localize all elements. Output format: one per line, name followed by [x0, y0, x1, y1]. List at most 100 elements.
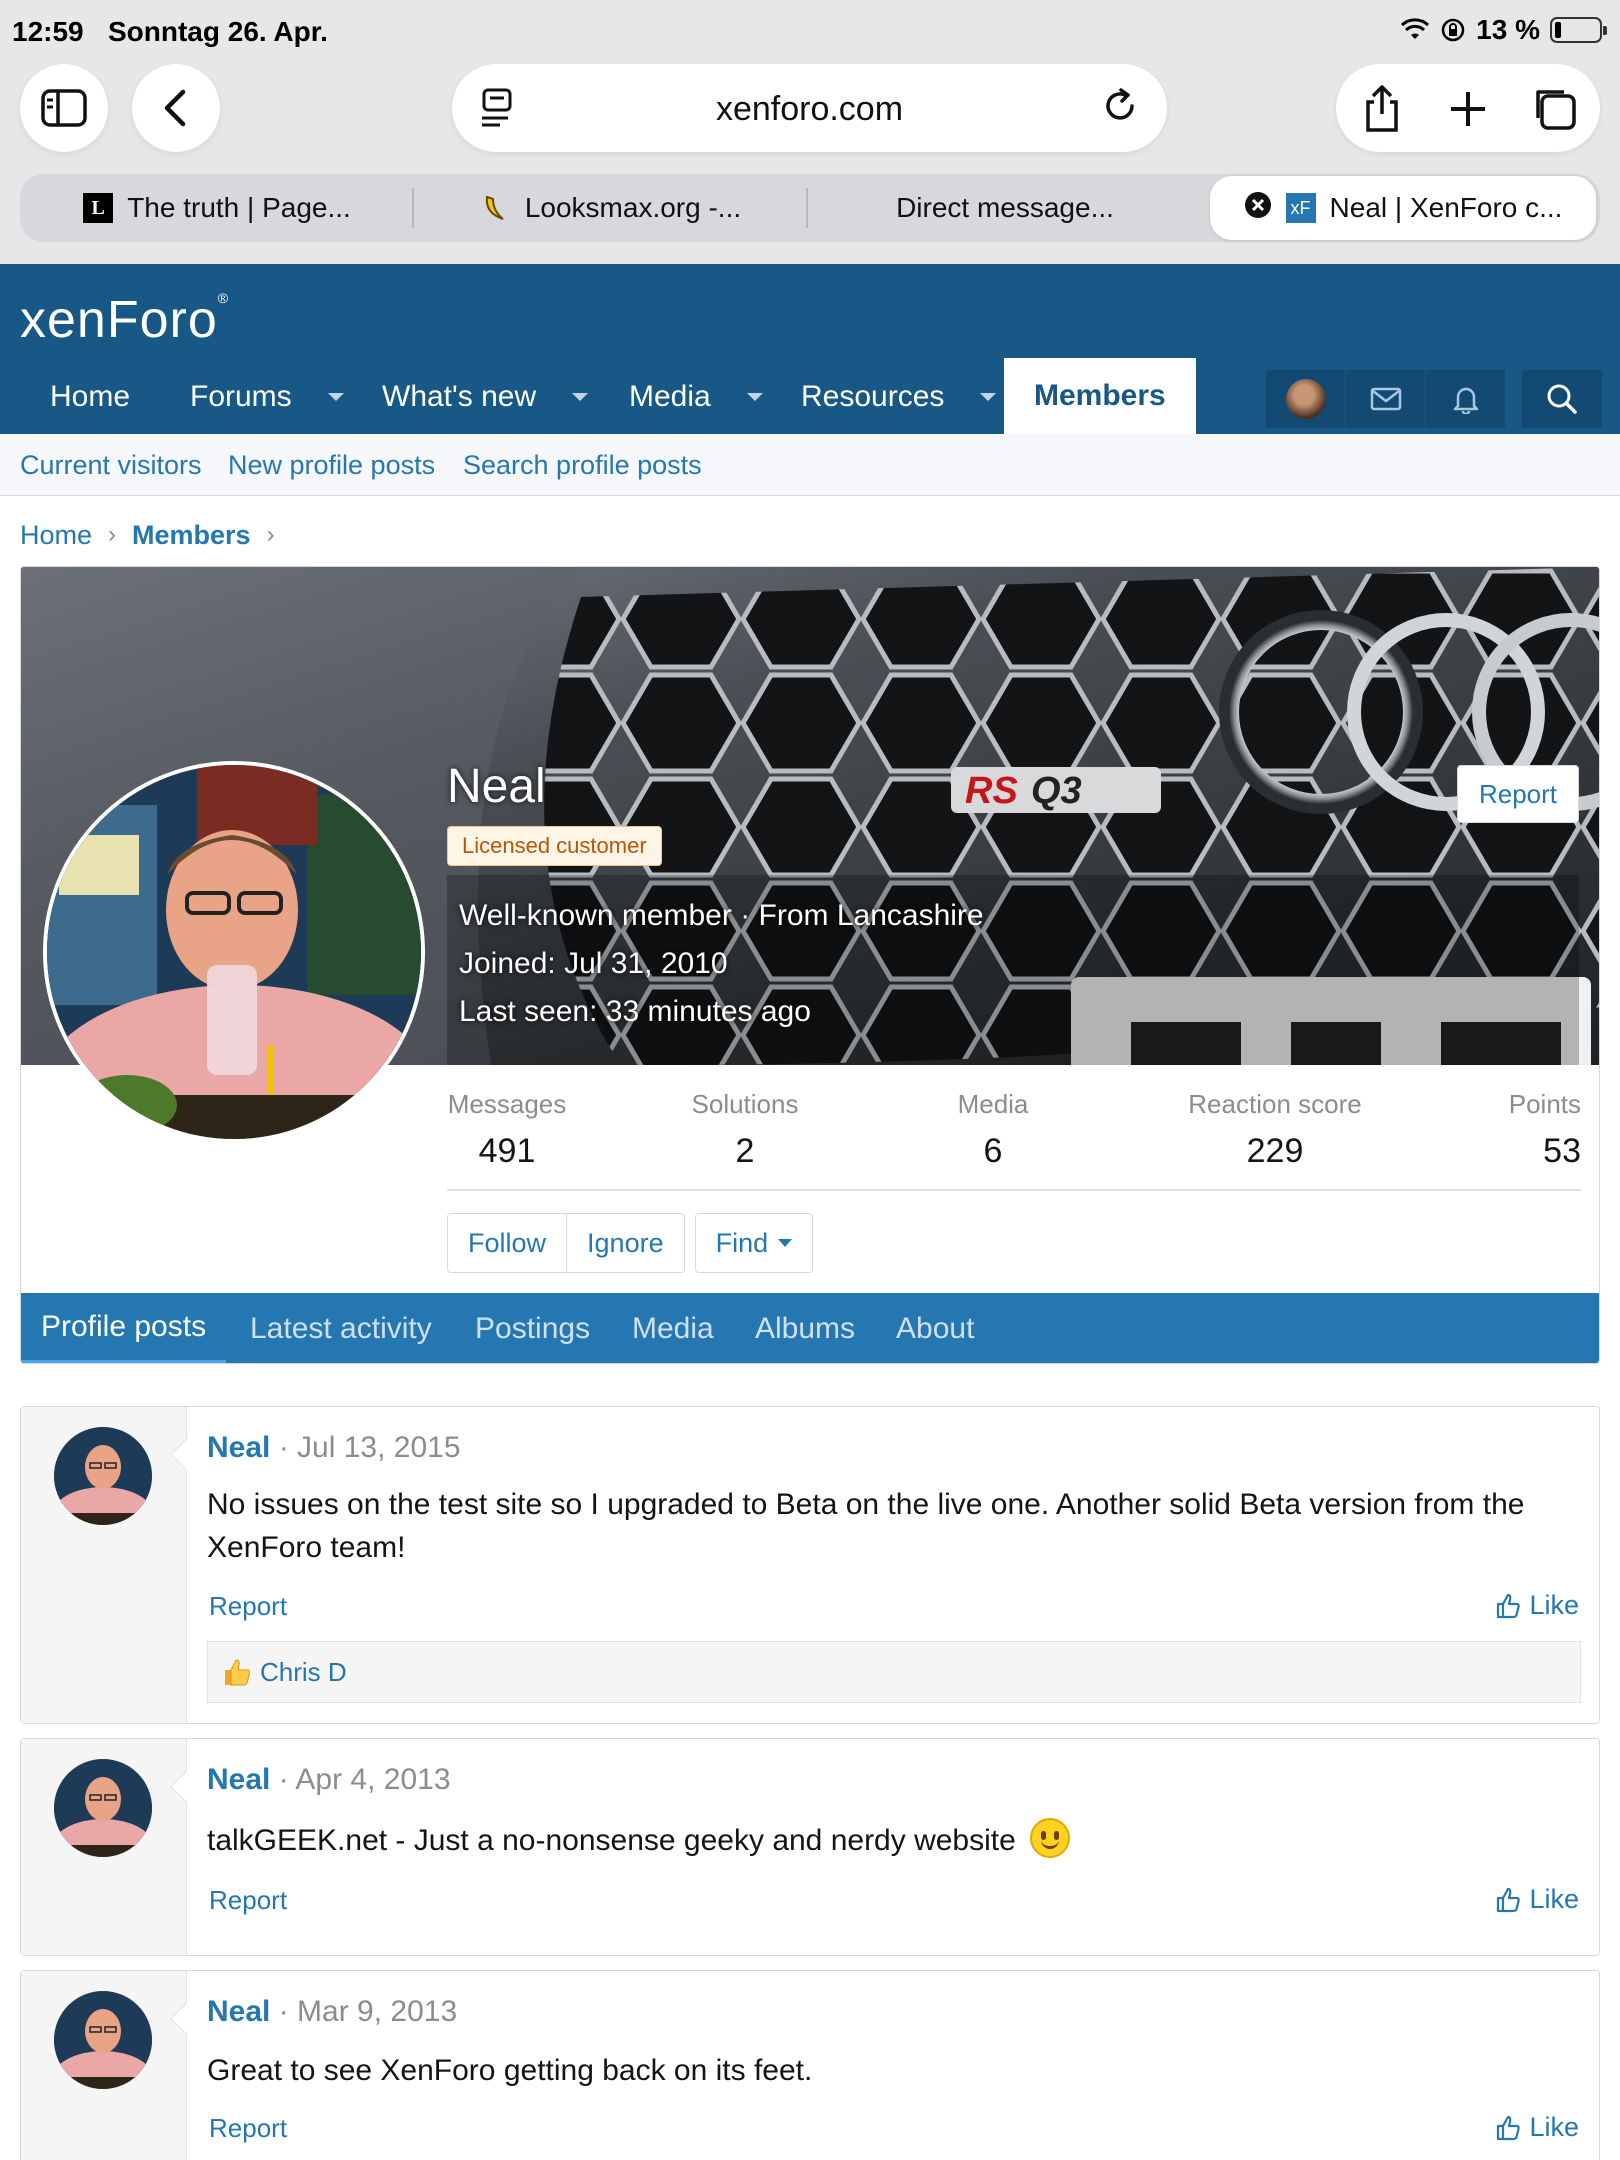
tab-latest-activity[interactable]: Latest activity [250, 1293, 432, 1363]
nav-resources[interactable]: Resources [801, 360, 997, 434]
report-link[interactable]: Report [209, 2113, 287, 2144]
nav-label: What's new [382, 380, 537, 413]
like-button[interactable]: Like [1495, 2112, 1579, 2143]
breadcrumb-members[interactable]: Members [132, 520, 251, 551]
nav-whats-new[interactable]: What's new [382, 360, 589, 434]
caret-down-icon[interactable] [327, 393, 344, 401]
avatar[interactable] [43, 761, 425, 1143]
avatar[interactable] [54, 1427, 152, 1525]
url-domain: xenforo.com [715, 90, 904, 128]
member-last-seen: Last seen: 33 minutes ago [459, 995, 811, 1029]
subnav-search-profile-posts[interactable]: Search profile posts [463, 450, 702, 481]
back-button[interactable] [132, 64, 220, 152]
nav-forums[interactable]: Forums [190, 360, 344, 434]
stat-solutions[interactable]: Solutions 2 [675, 1089, 815, 1171]
status-date: Sonntag 26. Apr. [108, 16, 328, 47]
inbox-button[interactable] [1346, 370, 1426, 428]
favicon-l: L [83, 193, 114, 223]
profile-post: Neal · Apr 4, 2013 talkGEEK.net - Just a… [20, 1738, 1600, 1956]
chevron-right-icon: › [266, 521, 275, 548]
report-profile-button[interactable]: Report [1457, 765, 1579, 823]
nav-label: Resources [801, 380, 945, 413]
breadcrumb: Home › Members › [20, 518, 275, 552]
find-button[interactable]: Find [695, 1214, 813, 1272]
stat-reaction-score[interactable]: Reaction score 229 [1165, 1089, 1385, 1171]
reaction-user-link[interactable]: Chris D [260, 1657, 347, 1688]
follow-ignore-group: Follow Ignore [447, 1213, 685, 1273]
close-tab-icon[interactable] [1244, 191, 1272, 226]
avatar-photo [47, 765, 421, 1139]
like-button[interactable]: Like [1495, 1590, 1579, 1621]
share-icon[interactable] [1360, 84, 1404, 139]
follow-button[interactable]: Follow [448, 1214, 567, 1272]
status-time: 12:59 [12, 16, 84, 47]
breadcrumb-home[interactable]: Home [20, 520, 92, 551]
post-author-link[interactable]: Neal [207, 1995, 270, 2028]
ignore-button[interactable]: Ignore [566, 1214, 684, 1272]
browser-tab-label: Direct message... [896, 192, 1114, 223]
member-stats: Messages 491 Solutions 2 Media 6 Reactio… [447, 1065, 1581, 1191]
account-avatar-button[interactable] [1266, 370, 1346, 428]
nav-members[interactable]: Members [1004, 358, 1196, 434]
stat-value: 491 [478, 1132, 536, 1170]
post-header: Neal · Apr 4, 2013 [207, 1763, 451, 1797]
browser-tab[interactable]: Looksmax.org -... [414, 174, 808, 242]
tab-albums[interactable]: Albums [755, 1293, 855, 1363]
battery-percent: 13 % [1476, 14, 1540, 45]
nav-label: Members [1034, 379, 1166, 412]
avatar[interactable] [54, 1759, 152, 1857]
svg-text:Q3: Q3 [1031, 770, 1082, 812]
stat-label: Media [957, 1089, 1029, 1119]
search-button[interactable] [1522, 370, 1602, 428]
profile-tabs: Profile posts Latest activity Postings M… [21, 1293, 1599, 1363]
browser-tab-bar: L The truth | Page... Looksmax.org -... … [20, 174, 1600, 242]
address-bar[interactable]: xenforo.com [452, 64, 1167, 152]
member-action-buttons: Follow Ignore Find [447, 1213, 814, 1273]
post-date[interactable]: · Apr 4, 2013 [279, 1763, 451, 1796]
tab-overview-icon[interactable] [1530, 84, 1578, 139]
report-link[interactable]: Report [209, 1885, 287, 1916]
tab-profile-posts[interactable]: Profile posts [21, 1293, 227, 1363]
stat-media[interactable]: Media 6 [943, 1089, 1043, 1171]
caret-down-icon [778, 1239, 793, 1247]
reload-icon[interactable] [1101, 86, 1141, 135]
caret-down-icon[interactable] [980, 393, 997, 401]
browser-tab[interactable]: L The truth | Page... [20, 174, 414, 242]
sidebar-toggle-button[interactable] [20, 64, 108, 152]
stat-points[interactable]: Points 53 [1471, 1089, 1581, 1171]
post-date[interactable]: · Jul 13, 2015 [279, 1431, 461, 1464]
tab-postings[interactable]: Postings [475, 1293, 590, 1363]
avatar[interactable] [54, 1991, 152, 2089]
member-blurb-title: Well-known member · From Lancashire [459, 899, 984, 932]
wifi-icon [1401, 18, 1430, 39]
reactions-bar: Chris D [207, 1641, 1581, 1703]
post-body: Great to see XenForo getting back on its… [207, 2054, 813, 2087]
alerts-button[interactable] [1426, 370, 1506, 428]
post-author-link[interactable]: Neal [207, 1431, 270, 1464]
tab-media[interactable]: Media [632, 1293, 714, 1363]
site-logo[interactable]: xenForo® [20, 290, 229, 350]
browser-tab[interactable]: Direct message... [808, 174, 1202, 242]
nav-media[interactable]: Media [629, 360, 763, 434]
stat-label: Solutions [691, 1089, 799, 1119]
caret-down-icon[interactable] [746, 393, 763, 401]
nav-label: Media [629, 380, 711, 413]
report-link[interactable]: Report [209, 1591, 287, 1622]
subnav-current-visitors[interactable]: Current visitors [20, 450, 202, 481]
stat-messages[interactable]: Messages 491 [447, 1089, 567, 1171]
post-date[interactable]: · Mar 9, 2013 [279, 1995, 457, 2028]
new-tab-icon[interactable] [1446, 84, 1490, 139]
find-label: Find [715, 1227, 769, 1258]
browser-tab-active[interactable]: xF Neal | XenForo c... [1210, 176, 1596, 240]
caret-down-icon[interactable] [572, 393, 589, 401]
nav-home[interactable]: Home [50, 360, 130, 434]
tab-about[interactable]: About [896, 1293, 974, 1363]
envelope-icon [1370, 387, 1401, 411]
member-profile-card: RS Q3 Report Neal Licensed customer Well… [20, 566, 1600, 1364]
browser-tab-label: The truth | Page... [127, 192, 351, 223]
like-button[interactable]: Like [1495, 1884, 1579, 1915]
nav-label: Home [50, 380, 131, 413]
post-header: Neal · Jul 13, 2015 [207, 1431, 461, 1465]
subnav-new-profile-posts[interactable]: New profile posts [228, 450, 435, 481]
post-author-link[interactable]: Neal [207, 1763, 270, 1796]
